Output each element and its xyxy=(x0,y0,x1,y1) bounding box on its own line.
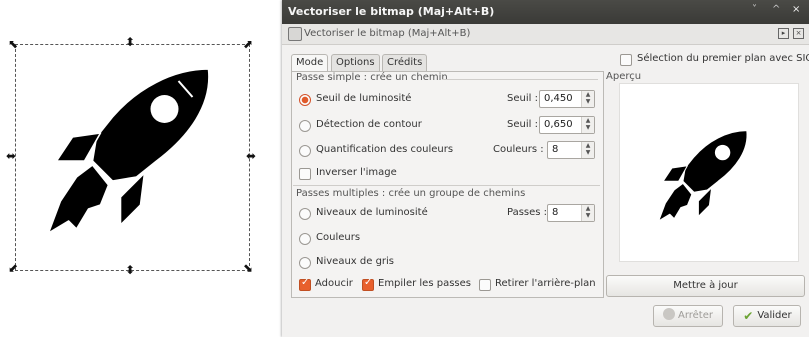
edge-detection-radio[interactable] xyxy=(299,120,311,132)
stop-icon xyxy=(662,308,675,320)
checkmark-icon: ✔ xyxy=(743,309,754,323)
scale-handle-left[interactable]: ⬌ xyxy=(6,150,16,162)
colors-label: Couleurs xyxy=(316,232,361,243)
stop-button[interactable]: Arrêter xyxy=(653,305,723,327)
colors-count-label: Couleurs : xyxy=(493,144,544,155)
spinner-arrows-icon[interactable]: ▲ ▼ xyxy=(581,91,594,107)
window-title: Vectoriser le bitmap (Maj+Alt+B) xyxy=(288,5,495,18)
spinner-arrows-icon[interactable]: ▲ ▼ xyxy=(581,117,594,133)
scans-label: Passes : xyxy=(507,207,548,218)
multiple-scans-title: Passes multiples : crée un groupe de che… xyxy=(296,188,526,199)
dock-close-icon[interactable]: × xyxy=(793,28,804,39)
scale-handle-bottom-right[interactable]: ⬊ xyxy=(243,262,253,274)
canvas[interactable]: ⬉ ⬍ ⬈ ⬌ ⬌ ⬋ ⬍ ⬊ xyxy=(0,0,270,337)
smooth-checkbox[interactable] xyxy=(299,277,311,291)
window-titlebar[interactable]: Vectoriser le bitmap (Maj+Alt+B) ˅ ^ × xyxy=(282,0,809,24)
color-quantization-label: Quantification des couleurs xyxy=(316,144,454,155)
remove-background-checkbox[interactable] xyxy=(479,279,491,291)
preview-area xyxy=(619,83,799,262)
tab-credits[interactable]: Crédits xyxy=(382,54,428,71)
color-quantization-radio[interactable] xyxy=(299,145,311,157)
siox-label: Sélection du premier plan avec SIOX xyxy=(637,53,809,64)
spinner-arrows-icon[interactable]: ▲ ▼ xyxy=(581,205,594,221)
trace-bitmap-icon xyxy=(288,27,302,41)
minimize-icon[interactable]: ˅ xyxy=(752,4,757,15)
scans-spinner[interactable]: 8 ▲ ▼ xyxy=(547,204,595,222)
scale-handle-bottom[interactable]: ⬍ xyxy=(125,264,135,276)
trace-bitmap-window: Vectoriser le bitmap (Maj+Alt+B) ˅ ^ × V… xyxy=(282,0,809,337)
brightness-steps-label: Niveaux de luminosité xyxy=(316,207,428,218)
edge-threshold-label: Seuil : xyxy=(507,119,538,130)
brightness-cutoff-label: Seuil de luminosité xyxy=(316,93,412,104)
brightness-cutoff-radio[interactable] xyxy=(299,94,311,106)
rocket-image[interactable] xyxy=(30,57,235,257)
brightness-steps-radio[interactable] xyxy=(299,208,311,220)
scale-handle-top-left[interactable]: ⬉ xyxy=(8,38,18,50)
colors-radio[interactable] xyxy=(299,233,311,245)
preview-title: Aperçu xyxy=(606,71,642,82)
tab-options[interactable]: Options xyxy=(331,54,380,71)
dock-title: Vectoriser le bitmap (Maj+Alt+B) xyxy=(304,28,471,39)
spinner-arrows-icon[interactable]: ▲ ▼ xyxy=(581,142,594,158)
preview-rocket-image xyxy=(658,130,748,222)
smooth-label: Adoucir xyxy=(315,278,353,289)
siox-checkbox[interactable] xyxy=(620,54,632,66)
group-divider xyxy=(442,79,598,80)
brightness-threshold-spinner[interactable]: 0,450 ▲ ▼ xyxy=(539,90,595,108)
stack-scans-checkbox[interactable] xyxy=(362,277,374,291)
dock-titlebar: Vectoriser le bitmap (Maj+Alt+B) ▸ × xyxy=(282,24,809,45)
maximize-icon[interactable]: ^ xyxy=(772,4,780,15)
colors-count-spinner[interactable]: 8 ▲ ▼ xyxy=(547,141,595,159)
scale-handle-top-right[interactable]: ⬈ xyxy=(243,38,253,50)
brightness-threshold-label: Seuil : xyxy=(507,93,538,104)
invert-image-label: Inverser l'image xyxy=(316,167,397,178)
update-preview-button[interactable]: Mettre à jour xyxy=(606,275,805,297)
ok-button[interactable]: ✔ Valider xyxy=(733,305,801,327)
grays-label: Niveaux de gris xyxy=(316,256,395,267)
group-divider xyxy=(293,185,600,186)
stack-scans-label: Empiler les passes xyxy=(378,278,471,289)
scale-handle-right[interactable]: ⬌ xyxy=(246,150,256,162)
edge-threshold-spinner[interactable]: 0,650 ▲ ▼ xyxy=(539,116,595,134)
grays-radio[interactable] xyxy=(299,257,311,269)
tab-mode[interactable]: Mode xyxy=(291,54,329,72)
dock-collapse-icon[interactable]: ▸ xyxy=(778,28,789,39)
close-icon[interactable]: × xyxy=(792,4,800,15)
edge-detection-label: Détection de contour xyxy=(316,119,422,130)
scale-handle-top[interactable]: ⬍ xyxy=(125,36,135,48)
single-scan-title: Passe simple : crée un chemin xyxy=(296,72,448,83)
invert-image-checkbox[interactable] xyxy=(299,168,311,180)
remove-background-label: Retirer l'arrière-plan xyxy=(495,278,596,289)
scale-handle-bottom-left[interactable]: ⬋ xyxy=(8,262,18,274)
